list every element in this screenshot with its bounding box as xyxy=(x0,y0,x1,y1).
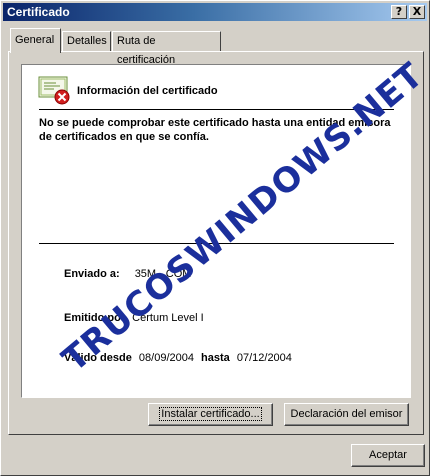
window-title: Certificado xyxy=(7,5,70,19)
tab-detalles-label: Detalles xyxy=(67,35,107,47)
tab-general[interactable]: General xyxy=(10,28,61,53)
issuer-statement-button[interactable]: Declaración del emisor xyxy=(284,403,409,426)
ok-label: Aceptar xyxy=(369,449,407,461)
install-certificate-button[interactable]: Instalar certificado... xyxy=(148,403,273,426)
issued-to-label: Enviado a: xyxy=(64,268,120,280)
tab-detalles[interactable]: Detalles xyxy=(62,31,111,52)
certificate-info-title: Información del certificado xyxy=(77,85,218,97)
close-button[interactable]: X xyxy=(409,5,425,19)
certificate-dialog: Certificado ? X General Detalles Ruta de… xyxy=(0,0,430,476)
certificate-error-icon xyxy=(38,76,72,109)
title-bar[interactable]: Certificado xyxy=(3,3,427,21)
ok-button[interactable]: Aceptar xyxy=(351,444,425,467)
help-button[interactable]: ? xyxy=(391,5,407,19)
valid-from-value: 08/09/2004 xyxy=(138,352,194,364)
valid-to-value: 07/12/2004 xyxy=(236,352,292,364)
valid-to-label: hasta xyxy=(201,352,230,364)
tab-general-label: General xyxy=(15,34,55,46)
install-certificate-label: Instalar certificado... xyxy=(159,407,262,421)
tab-ruta-certificacion[interactable]: Ruta de certificación xyxy=(112,31,221,66)
issuer-statement-label: Declaración del emisor xyxy=(290,408,403,420)
